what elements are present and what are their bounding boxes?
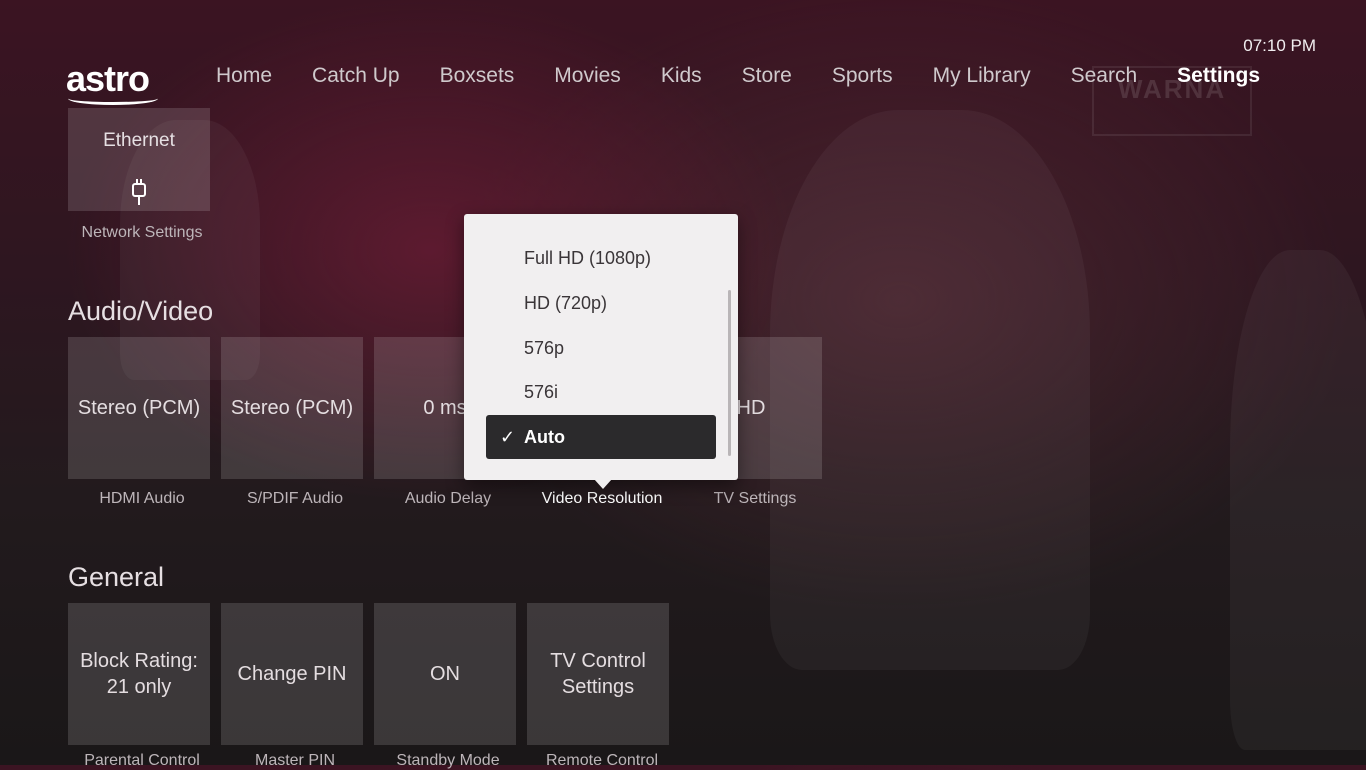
nav-settings[interactable]: Settings: [1177, 64, 1260, 88]
menu-pointer-arrow: [594, 479, 612, 489]
standby-mode-tile[interactable]: ON: [374, 603, 516, 745]
option-full-hd-1080p[interactable]: Full HD (1080p): [486, 236, 716, 280]
spdif-audio-label: S/PDIF Audio: [246, 490, 344, 507]
master-pin-label: Master PIN: [254, 752, 335, 769]
logo-swoosh-icon: [68, 92, 158, 105]
spdif-audio-tile[interactable]: Stereo (PCM): [221, 337, 363, 479]
audio-video-heading: Audio/Video: [68, 296, 214, 326]
checkmark-icon: ✓: [500, 427, 516, 447]
remote-control-label: Remote Control: [545, 752, 659, 769]
background-figure: [1230, 250, 1366, 750]
block-rating-tile[interactable]: Block Rating: 21 only: [68, 603, 210, 745]
ethernet-title: Ethernet: [103, 130, 175, 151]
tv-settings-label: TV Settings: [713, 490, 797, 507]
tv-control-settings-tile[interactable]: TV Control Settings: [527, 603, 669, 745]
hdmi-audio-tile[interactable]: Stereo (PCM): [68, 337, 210, 479]
audio-delay-label: Audio Delay: [404, 490, 492, 507]
nav-store[interactable]: Store: [742, 64, 792, 88]
general-heading: General: [68, 562, 165, 592]
option-auto[interactable]: ✓ Auto: [486, 415, 716, 459]
video-resolution-menu: Full HD (1080p) HD (720p) 576p 576i ✓ Au…: [464, 214, 738, 480]
change-pin-tile[interactable]: Change PIN: [221, 603, 363, 745]
nav-kids[interactable]: Kids: [661, 64, 702, 88]
hdmi-audio-label: HDMI Audio: [99, 490, 185, 507]
nav-home[interactable]: Home: [216, 64, 272, 88]
main-nav: Home Catch Up Boxsets Movies Kids Store …: [216, 64, 1300, 88]
option-576p[interactable]: 576p: [486, 326, 716, 370]
parental-control-label: Parental Control: [84, 752, 200, 769]
nav-search[interactable]: Search: [1071, 64, 1138, 88]
option-auto-label: Auto: [524, 427, 565, 447]
option-576i[interactable]: 576i: [486, 370, 716, 414]
standby-mode-label: Standby Mode: [396, 752, 500, 769]
nav-catch-up[interactable]: Catch Up: [312, 64, 400, 88]
ethernet-tile[interactable]: Ethernet: [68, 108, 210, 211]
nav-my-library[interactable]: My Library: [933, 64, 1031, 88]
nav-movies[interactable]: Movies: [554, 64, 621, 88]
nav-sports[interactable]: Sports: [832, 64, 893, 88]
nav-boxsets[interactable]: Boxsets: [440, 64, 515, 88]
clock: 07:10 PM: [1243, 36, 1316, 55]
ethernet-plug-icon: [132, 179, 146, 205]
network-settings-label: Network Settings: [81, 224, 203, 241]
menu-scrollbar[interactable]: [728, 290, 731, 456]
option-hd-720p[interactable]: HD (720p): [486, 281, 716, 325]
video-resolution-label: Video Resolution: [541, 490, 663, 507]
